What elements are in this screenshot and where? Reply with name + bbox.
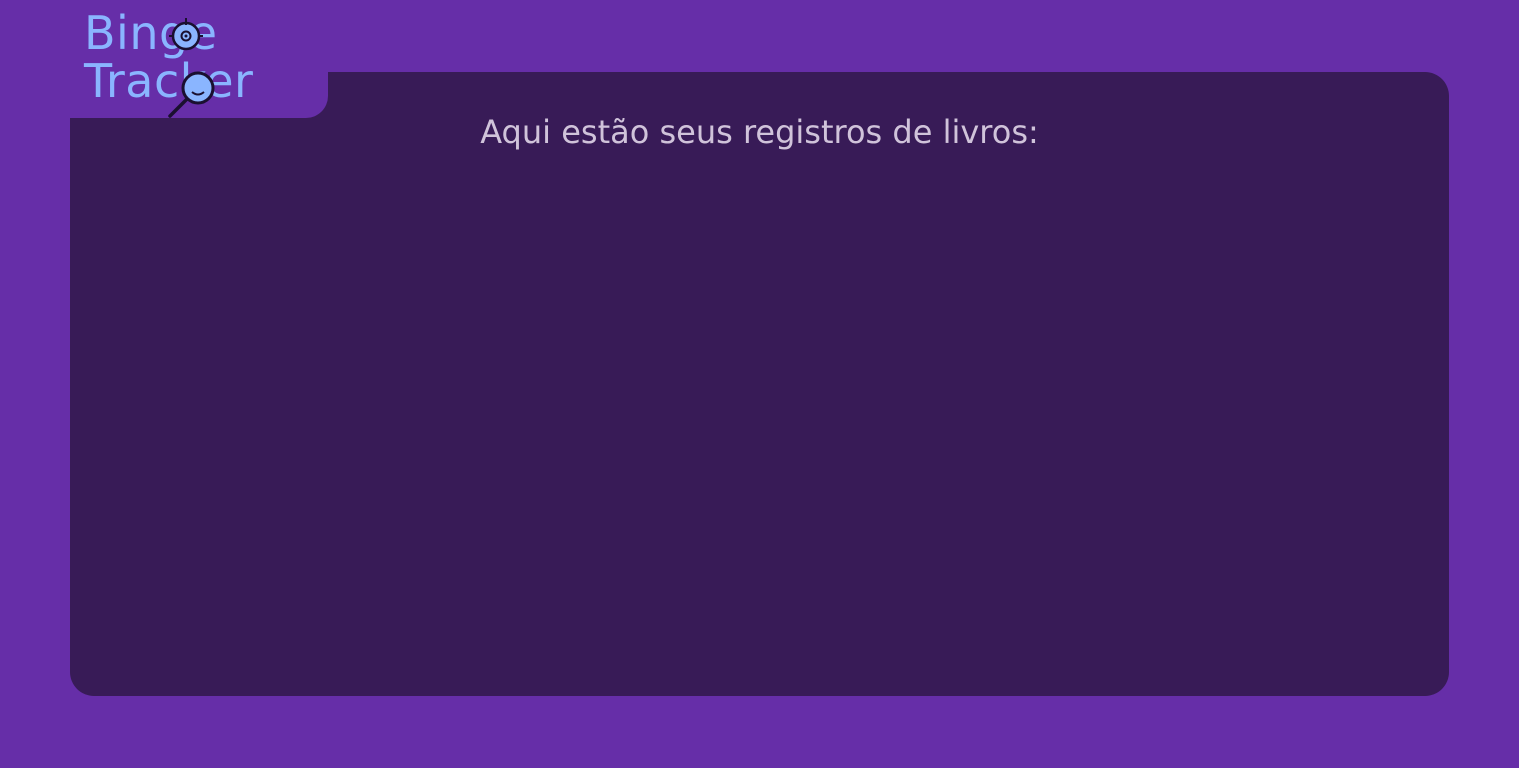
records-panel	[70, 72, 1449, 696]
page-heading: Aqui estão seus registros de livros:	[480, 113, 1039, 151]
logo-text-line-1: Binge	[84, 6, 218, 60]
binge-tracker-logo[interactable]: Binge Tracker	[84, 4, 314, 118]
logo-text-line-2: Tracker	[84, 54, 254, 108]
